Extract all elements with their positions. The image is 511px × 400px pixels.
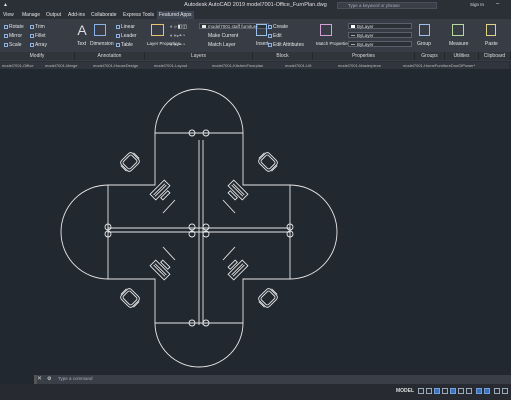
file-tab[interactable]: model7001-HomeFurnitureDuoOfPower* (401, 62, 509, 69)
workspace-icon[interactable] (484, 388, 490, 394)
paste-icon[interactable] (486, 24, 496, 36)
panel-block[interactable]: Block (253, 52, 313, 60)
panel-modify[interactable]: Modify (0, 52, 75, 60)
group-icon[interactable] (419, 24, 430, 36)
file-tab[interactable]: model7001-Merge (43, 62, 92, 69)
minimize-icon[interactable]: – (496, 1, 499, 7)
panel-annotation[interactable]: Annotation (75, 52, 145, 60)
file-tab[interactable]: model7001-Lift (283, 62, 337, 69)
file-tab[interactable]: model7001-KitchenFloorplan (210, 62, 284, 69)
tab-addins[interactable]: Add-ins (68, 12, 85, 18)
drawing-canvas[interactable] (0, 69, 511, 384)
paste-button[interactable]: Paste (485, 41, 498, 47)
tab-output[interactable]: Output (46, 12, 61, 18)
sign-in-link[interactable]: Sign In (470, 2, 484, 7)
tab-collaborate[interactable]: Collaborate (91, 12, 117, 18)
mirror-tool[interactable]: Mirror (4, 33, 22, 39)
color-combo[interactable]: ByLayer (348, 23, 412, 29)
tab-featured-apps[interactable]: Featured Apps (157, 11, 194, 19)
text-button[interactable]: Text (77, 41, 86, 47)
settings-icon[interactable] (494, 388, 500, 394)
trim-tool[interactable]: Trim (30, 24, 45, 30)
create-block-tool[interactable]: Create (268, 24, 288, 30)
linetype-combo[interactable]: ByLayer (348, 32, 412, 38)
lineweight-combo[interactable]: ByLayer (348, 41, 412, 47)
lineweight-icon[interactable] (466, 388, 472, 394)
layer-tools-icon[interactable]: ◐☼◧◫ (170, 24, 187, 30)
linear-tool[interactable]: Linear (116, 24, 135, 30)
close-icon[interactable]: ✕ (37, 375, 42, 382)
dimension-icon[interactable] (94, 24, 106, 36)
panel-clipboard[interactable]: Clipboard (479, 52, 511, 60)
dimension-button[interactable]: Dimension (90, 41, 114, 47)
insert-button[interactable]: Insert (256, 41, 269, 47)
make-current-button[interactable]: Make Current (208, 33, 238, 39)
polar-icon[interactable] (442, 388, 448, 394)
command-line[interactable] (34, 375, 511, 384)
text-icon[interactable]: A (77, 23, 87, 37)
snap-icon[interactable] (426, 388, 432, 394)
edit-block-tool[interactable]: Edit (268, 33, 282, 39)
wrench-icon[interactable]: ⚙ (47, 376, 51, 382)
layer-tools-icon-row3[interactable]: ◐◑◒◓◔ (170, 42, 185, 48)
measure-icon[interactable] (452, 24, 464, 36)
array-tool[interactable]: Array (30, 42, 47, 48)
edit-attributes-tool[interactable]: Edit Attributes (268, 42, 304, 48)
tab-express-tools[interactable]: Express Tools (123, 12, 154, 18)
measure-button[interactable]: Measure (449, 41, 468, 47)
tab-manage[interactable]: Manage (22, 12, 40, 18)
otrack-icon[interactable] (458, 388, 464, 394)
file-tab[interactable]: model7001-HouseDesign (91, 62, 153, 69)
fillet-tool[interactable]: Fillet (30, 33, 46, 39)
match-layer-button[interactable]: Match Layer (208, 42, 236, 48)
annotation-scale-icon[interactable] (476, 388, 482, 394)
insert-icon[interactable] (256, 24, 267, 36)
title-bar: ▲ Autodesk AutoCAD 2019 model7001-Office… (0, 0, 511, 11)
panel-properties[interactable]: Properties (313, 52, 415, 60)
table-tool[interactable]: Table (116, 42, 133, 48)
model-space-button[interactable]: MODEL (396, 388, 414, 394)
panel-groups[interactable]: Groups (415, 52, 445, 60)
file-tab[interactable]: model7001-Office (0, 62, 44, 69)
ortho-icon[interactable] (434, 388, 440, 394)
command-input[interactable]: Type a command (58, 376, 93, 381)
floor-plan-drawing (60, 88, 338, 368)
file-tab[interactable]: model7001-Layout (152, 62, 211, 69)
rotate-tool[interactable]: Rotate (4, 24, 24, 30)
match-properties-icon[interactable] (320, 24, 332, 36)
customize-icon[interactable] (502, 388, 508, 394)
file-tabs: model7001-Office model7001-Merge model70… (0, 61, 511, 69)
panel-utilities[interactable]: Utilities (445, 52, 479, 60)
leader-tool[interactable]: Leader (116, 33, 137, 39)
panel-layers[interactable]: Layers (145, 52, 253, 60)
layer-properties-icon[interactable] (151, 24, 164, 36)
osnap-icon[interactable] (450, 388, 456, 394)
layer-tools-icon-row2[interactable]: ◐◑◒◓◔ (170, 33, 185, 39)
group-button[interactable]: Group (417, 41, 431, 47)
file-tab[interactable]: model7001-Masterpiece (336, 62, 402, 69)
scale-tool[interactable]: Scale (4, 42, 22, 48)
grid-icon[interactable] (418, 388, 424, 394)
match-properties-button[interactable]: Match Properties (316, 41, 350, 46)
search-input[interactable]: Type a keyword or phrase (337, 2, 437, 9)
tab-view[interactable]: View (3, 12, 14, 18)
